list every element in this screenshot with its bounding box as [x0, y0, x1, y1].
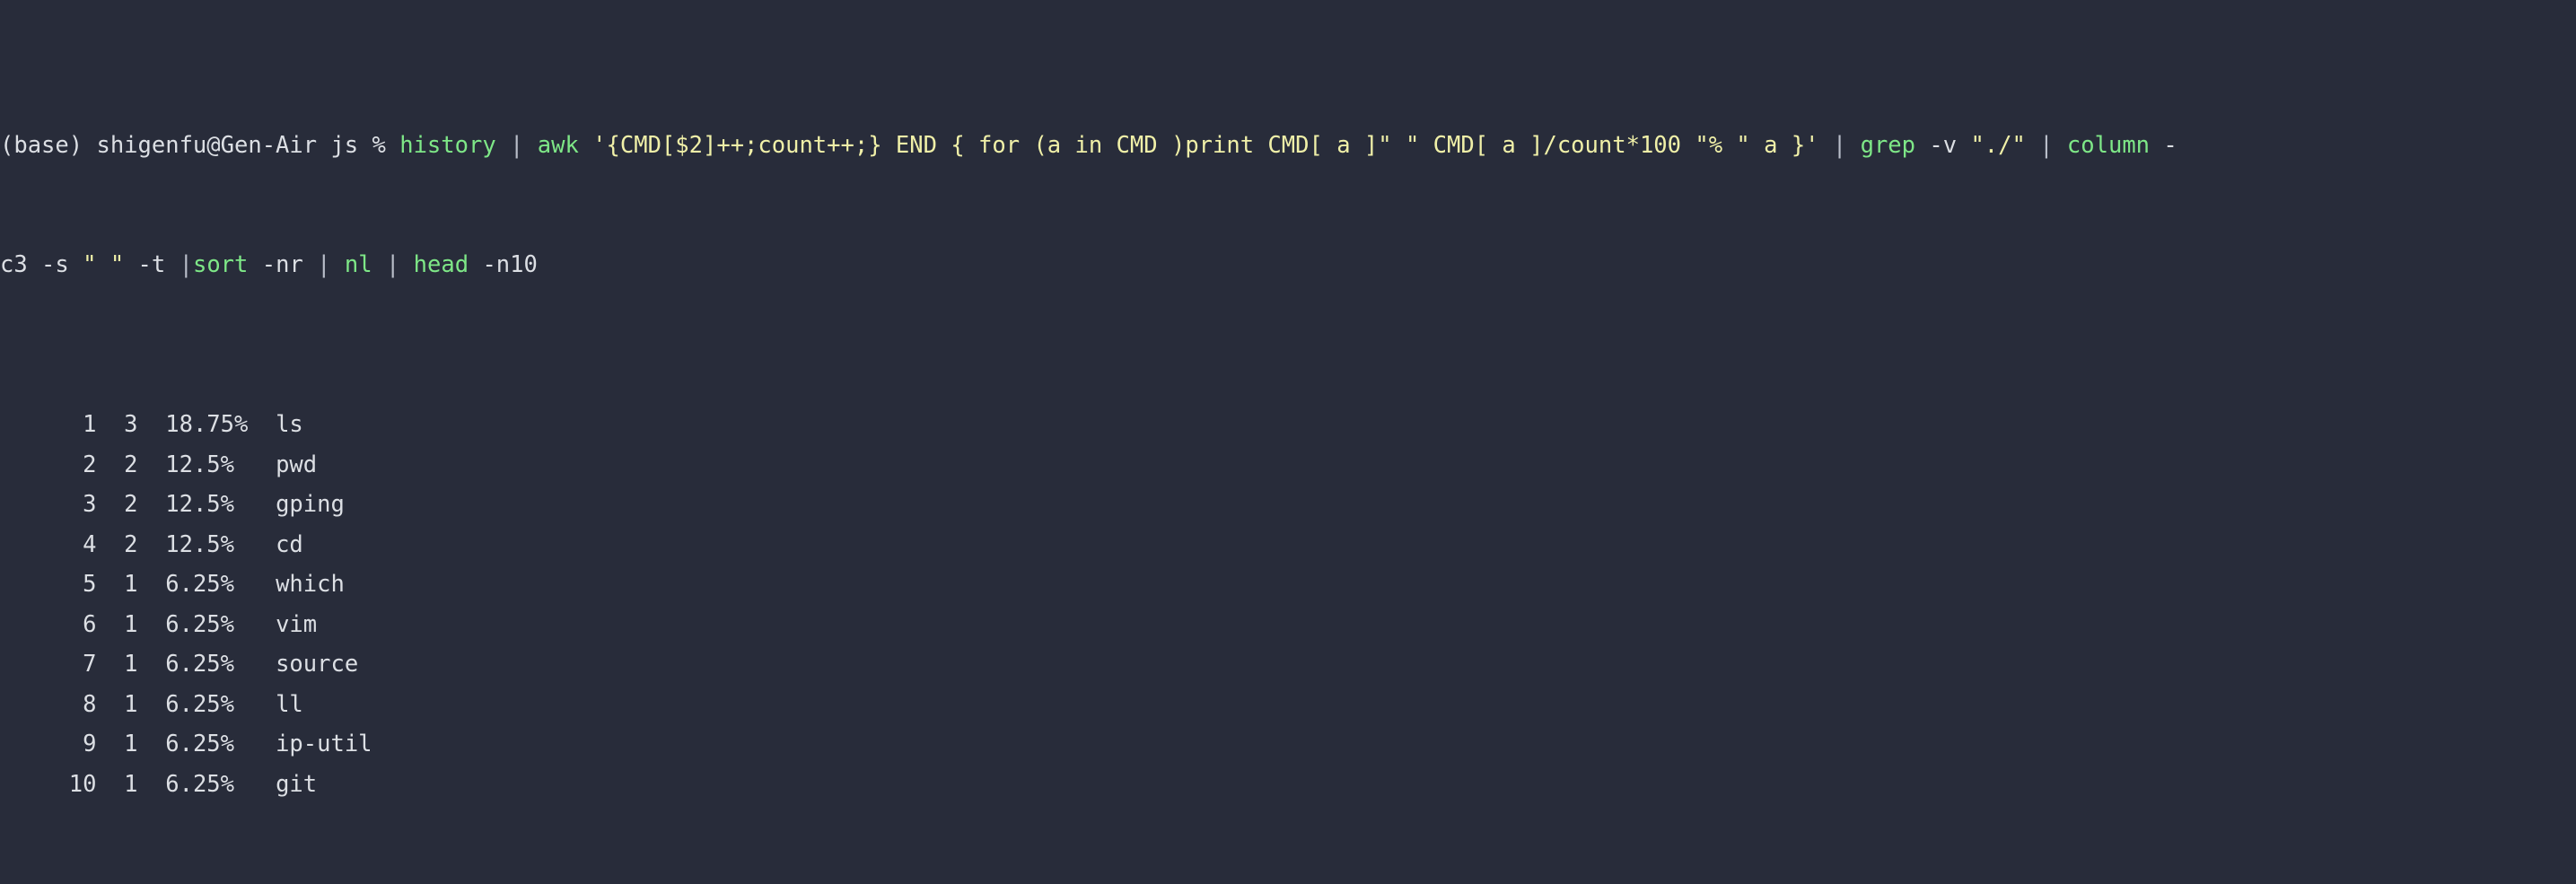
- command-line-2-token-3: |: [179, 251, 193, 278]
- command-line-2-token-1: " ": [83, 251, 125, 278]
- command-line-1-token-1: history: [399, 131, 496, 159]
- row-count: 1: [124, 731, 166, 757]
- row-rank: 8: [0, 690, 125, 718]
- row-rank: 7: [0, 651, 125, 678]
- row-rank: 6: [0, 610, 125, 638]
- row-rank: 2: [0, 451, 125, 478]
- row-count: 1: [124, 651, 166, 678]
- row-percent: 12.5%: [165, 530, 276, 558]
- command-line-1-token-7: grep: [1860, 131, 1916, 159]
- command-line-1-token-0: (base) shigenfu@Gen-Air js %: [0, 131, 400, 159]
- row-percent: 6.25%: [165, 571, 276, 598]
- row-percent: 6.25%: [165, 770, 276, 798]
- command-output: 1 3 18.75% ls 2 2 12.5% pwd 3 2 12.5% gp…: [0, 405, 2576, 804]
- command-line-2-token-8: [372, 251, 386, 278]
- terminal-window[interactable]: (base) shigenfu@Gen-Air js % history | a…: [0, 0, 2576, 798]
- row-percent: 6.25%: [165, 651, 276, 678]
- row-count: 1: [124, 690, 166, 718]
- command-line-2-token-6: |: [317, 251, 345, 278]
- command-line-2-token-11: -n10: [469, 251, 538, 278]
- row-command: gping: [276, 491, 345, 518]
- row-command: pwd: [276, 451, 318, 478]
- row-percent: 12.5%: [165, 491, 276, 518]
- output-row: 9 1 6.25% ip-util: [0, 724, 2576, 765]
- row-percent: 18.75%: [165, 411, 276, 438]
- command-line-1-token-9: "./": [1970, 131, 2026, 159]
- row-rank: 4: [0, 530, 125, 558]
- command-line-2-token-10: head: [413, 251, 469, 278]
- command-line-1-token-3: awk: [537, 131, 579, 159]
- output-row: 2 2 12.5% pwd: [0, 445, 2576, 486]
- row-percent: 12.5%: [165, 451, 276, 478]
- row-count: 1: [124, 571, 166, 598]
- output-row: 10 1 6.25% git: [0, 765, 2576, 805]
- command-line-1-token-12: -: [2150, 131, 2177, 159]
- command-line-2: c3 -s " " -t |sort -nr | nl | head -n10: [0, 245, 2576, 285]
- row-command: cd: [276, 530, 303, 558]
- row-rank: 10: [0, 770, 125, 798]
- output-row: 8 1 6.25% ll: [0, 685, 2576, 725]
- row-count: 3: [124, 411, 166, 438]
- command-line-1-token-6: |: [1818, 131, 1861, 159]
- output-row: 7 1 6.25% source: [0, 644, 2576, 685]
- command-line-1-token-11: column: [2066, 131, 2151, 159]
- command-line-1-token-5: '{CMD[$2]++;count++;} END { for (a in CM…: [592, 131, 1819, 159]
- row-percent: 6.25%: [165, 610, 276, 638]
- command-line-2-token-7: nl: [344, 251, 372, 278]
- row-count: 1: [124, 610, 166, 638]
- row-count: 2: [124, 451, 166, 478]
- row-command: which: [276, 571, 345, 598]
- row-count: 1: [124, 770, 166, 798]
- row-count: 2: [124, 530, 166, 558]
- output-row: 4 2 12.5% cd: [0, 525, 2576, 565]
- row-command: source: [276, 651, 359, 678]
- row-percent: 6.25%: [165, 731, 276, 757]
- output-row: 3 2 12.5% gping: [0, 485, 2576, 525]
- output-row: 1 3 18.75% ls: [0, 405, 2576, 445]
- command-line-1-token-8: -v: [1915, 131, 1971, 159]
- row-rank: 1: [0, 411, 125, 438]
- row-rank: 9: [0, 731, 125, 757]
- command-line-1-token-2: |: [495, 131, 538, 159]
- row-command: ip-util: [276, 731, 372, 757]
- command-line-1-token-10: |: [2025, 131, 2067, 159]
- row-command: ll: [276, 690, 303, 718]
- command-line-2-token-5: -nr: [248, 251, 318, 278]
- command-line-1: (base) shigenfu@Gen-Air js % history | a…: [0, 126, 2576, 166]
- row-percent: 6.25%: [165, 690, 276, 718]
- row-command: vim: [276, 610, 318, 638]
- row-count: 2: [124, 491, 166, 518]
- command-line-2-token-4: sort: [192, 251, 249, 278]
- row-rank: 3: [0, 491, 125, 518]
- output-row: 6 1 6.25% vim: [0, 605, 2576, 645]
- row-rank: 5: [0, 571, 125, 598]
- output-row: 5 1 6.25% which: [0, 565, 2576, 605]
- command-line-2-token-9: |: [385, 251, 414, 278]
- row-command: git: [276, 770, 318, 798]
- command-line-1-token-4: [579, 132, 592, 159]
- command-line-2-token-2: -t: [124, 251, 180, 278]
- row-command: ls: [276, 411, 303, 438]
- command-line-2-token-0: c3 -s: [0, 251, 83, 278]
